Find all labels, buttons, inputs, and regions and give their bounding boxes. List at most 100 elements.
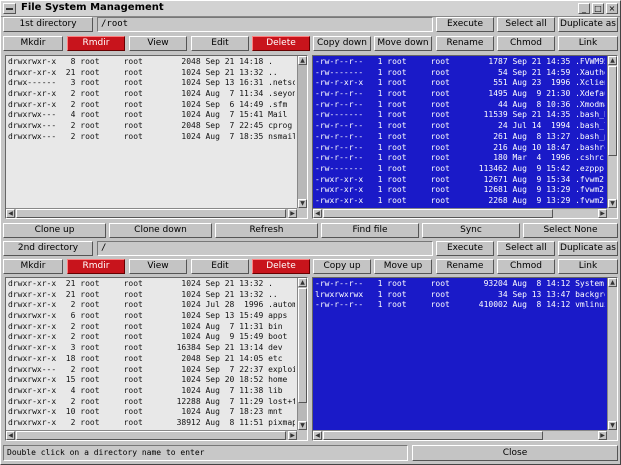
list-item[interactable]: drwxrwx--- 2 root root 2048 Sep 7 22:45 … <box>8 121 295 132</box>
bottom-duplicate-as-button[interactable]: Duplicate as <box>558 241 618 256</box>
top-rmdir-button[interactable]: Rmdir <box>67 36 125 51</box>
list-item[interactable]: drwxrwxr-x 8 root root 2048 Sep 21 14:18… <box>8 57 295 68</box>
list-item[interactable]: drwxr-xr-x 21 root root 1024 Sep 21 13:3… <box>8 279 295 290</box>
scroll-right-icon[interactable]: ▶ <box>288 209 297 218</box>
scroll-down-icon[interactable]: ▼ <box>298 199 307 208</box>
second-directory-path-input[interactable]: / <box>97 241 433 256</box>
list-item[interactable]: drwxr-xr-x 3 root root 16384 Sep 21 13:1… <box>8 343 295 354</box>
list-item[interactable]: drwxr-xr-x 2 root root 1024 Aug 9 15:49 … <box>8 332 295 343</box>
scroll-right-icon[interactable]: ▶ <box>598 431 607 440</box>
bottom-directory-vscroll-thumb[interactable] <box>298 288 307 403</box>
list-item[interactable]: -rw------- 1 root root 11539 Sep 21 14:3… <box>315 110 605 121</box>
copy-up-button[interactable]: Copy up <box>313 259 371 274</box>
top-view-button[interactable]: View <box>129 36 187 51</box>
list-item[interactable]: drwxrwx--- 2 root root 1024 Sep 7 22:37 … <box>8 365 295 376</box>
top-mkdir-button[interactable]: Mkdir <box>3 36 63 51</box>
list-item[interactable]: drwxr-xr-x 21 root root 1024 Sep 21 13:3… <box>8 68 295 79</box>
list-item[interactable]: drwxrwxr-x 6 root root 1024 Sep 13 15:49… <box>8 311 295 322</box>
bottom-chmod-button[interactable]: Chmod <box>497 259 555 274</box>
list-item[interactable]: drwxrwxr-x 15 root root 1024 Sep 20 18:5… <box>8 375 295 386</box>
top-directory-hscroll-thumb[interactable] <box>16 209 286 218</box>
list-item[interactable]: drwxr-xr-x 2 root root 1024 Aug 7 11:34 … <box>8 89 295 100</box>
first-directory-path-input[interactable]: /root <box>97 17 433 32</box>
list-item[interactable]: -rw------- 1 root root 113462 Aug 9 15:4… <box>315 164 605 175</box>
top-directory-hscroll[interactable]: ◀ ▶ <box>6 208 297 218</box>
top-rename-button[interactable]: Rename <box>436 36 494 51</box>
bottom-view-button[interactable]: View <box>129 259 187 274</box>
list-item[interactable]: -rw-r--r-- 1 root root 261 Aug 8 13:27 .… <box>315 132 605 143</box>
top-chmod-button[interactable]: Chmod <box>497 36 555 51</box>
title-bar[interactable]: File System Management _ □ × <box>1 1 620 17</box>
list-item[interactable]: drwxrwx--- 4 root root 1024 Aug 7 15:41 … <box>8 110 295 121</box>
close-button[interactable]: Close <box>412 445 618 461</box>
list-item[interactable]: drwxr-xr-x 4 root root 1024 Aug 7 11:38 … <box>8 386 295 397</box>
list-item[interactable]: drwxr-xr-x 2 root root 1024 Aug 7 11:31 … <box>8 322 295 333</box>
top-directory-vscroll[interactable]: ▲ ▼ <box>297 56 307 208</box>
copy-down-button[interactable]: Copy down <box>313 36 371 51</box>
bottom-select-all-button[interactable]: Select all <box>497 241 555 256</box>
list-item[interactable]: drwxrwxr-x 10 root root 1024 Aug 7 18:23… <box>8 407 295 418</box>
window-menu-icon[interactable] <box>3 3 16 14</box>
bottom-file-list[interactable]: -rw-r--r-- 1 root root 93204 Aug 8 14:12… <box>312 277 618 441</box>
top-delete-button[interactable]: Delete <box>252 36 310 51</box>
bottom-directory-vscroll[interactable]: ▲ ▼ <box>297 278 307 430</box>
bottom-link-button[interactable]: Link <box>558 259 618 274</box>
top-file-vscroll-thumb[interactable] <box>608 66 617 156</box>
scroll-right-icon[interactable]: ▶ <box>598 209 607 218</box>
list-item[interactable]: -rwxr-xr-x 1 root root 2268 Aug 9 13:29 … <box>315 196 605 207</box>
top-file-vscroll[interactable]: ▲ ▼ <box>607 56 617 208</box>
list-item[interactable]: -rwxr-xr-x 1 root root 12681 Aug 9 13:29… <box>315 185 605 196</box>
scroll-left-icon[interactable]: ◀ <box>6 209 15 218</box>
scroll-left-icon[interactable]: ◀ <box>6 431 15 440</box>
bottom-directory-hscroll-thumb[interactable] <box>16 431 286 440</box>
refresh-button[interactable]: Refresh <box>215 223 318 238</box>
bottom-file-hscroll[interactable]: ◀ ▶ <box>313 430 607 440</box>
bottom-directory-hscroll[interactable]: ◀ ▶ <box>6 430 297 440</box>
list-item[interactable]: drwx------ 3 root root 1024 Sep 13 16:31… <box>8 78 295 89</box>
move-down-button[interactable]: Move down <box>374 36 432 51</box>
list-item[interactable]: -rw-r--r-- 1 root root 24 Jul 14 1994 .b… <box>315 121 605 132</box>
maximize-icon[interactable]: □ <box>592 3 604 14</box>
clone-down-button[interactable]: Clone down <box>109 223 212 238</box>
bottom-execute-button[interactable]: Execute <box>436 241 494 256</box>
list-item[interactable]: drwxr-xr-x 21 root root 1024 Sep 21 13:3… <box>8 290 295 301</box>
sync-button[interactable]: Sync <box>422 223 520 238</box>
find-file-button[interactable]: Find file <box>321 223 419 238</box>
scroll-up-icon[interactable]: ▲ <box>608 278 617 287</box>
list-item[interactable]: -rw-r--r-- 1 root root 410002 Aug 8 14:1… <box>315 300 605 311</box>
top-file-list[interactable]: -rw-r--r-- 1 root root 1787 Sep 21 14:35… <box>312 55 618 219</box>
top-edit-button[interactable]: Edit <box>191 36 249 51</box>
scroll-right-icon[interactable]: ▶ <box>288 431 297 440</box>
scroll-down-icon[interactable]: ▼ <box>608 421 617 430</box>
list-item[interactable]: -rw-r--r-- 1 root root 44 Aug 8 10:36 .X… <box>315 100 605 111</box>
list-item[interactable]: drwxr-xr-x 2 root root 12288 Aug 7 11:29… <box>8 397 295 408</box>
bottom-directory-list[interactable]: drwxr-xr-x 21 root root 1024 Sep 21 13:3… <box>5 277 308 441</box>
list-item[interactable]: -rw-r--r-- 1 root root 1787 Sep 21 14:35… <box>315 57 605 68</box>
list-item[interactable]: lrwxrwxrwx 1 root root 34 Sep 13 13:47 b… <box>315 290 605 301</box>
bottom-delete-button[interactable]: Delete <box>252 259 310 274</box>
list-item[interactable]: drwxr-xr-x 2 root root 1024 Sep 6 14:49 … <box>8 100 295 111</box>
list-item[interactable]: -rw------- 1 root root 54 Sep 21 14:59 .… <box>315 68 605 79</box>
scroll-down-icon[interactable]: ▼ <box>298 421 307 430</box>
scroll-left-icon[interactable]: ◀ <box>313 431 322 440</box>
top-directory-list[interactable]: drwxrwxr-x 8 root root 2048 Sep 21 14:18… <box>5 55 308 219</box>
bottom-file-vscroll[interactable]: ▲ ▼ <box>607 278 617 430</box>
list-item[interactable]: drwxrwxr-x 2 root root 38912 Aug 8 11:51… <box>8 418 295 429</box>
top-link-button[interactable]: Link <box>558 36 618 51</box>
scroll-up-icon[interactable]: ▲ <box>298 56 307 65</box>
close-window-icon[interactable]: × <box>606 3 618 14</box>
scroll-down-icon[interactable]: ▼ <box>608 199 617 208</box>
top-file-hscroll[interactable]: ◀ ▶ <box>313 208 607 218</box>
list-item[interactable]: -rw-r--r-- 1 root root 1495 Aug 9 21:30 … <box>315 89 605 100</box>
bottom-rename-button[interactable]: Rename <box>436 259 494 274</box>
list-item[interactable]: -rw-r-xr-x 1 root root 551 Aug 23 1996 .… <box>315 78 605 89</box>
select-none-button[interactable]: Select None <box>523 223 618 238</box>
list-item[interactable]: drwxr-xr-x 2 root root 1024 Jul 28 1996 … <box>8 300 295 311</box>
clone-up-button[interactable]: Clone up <box>3 223 106 238</box>
list-item[interactable]: -rw-r--r-- 1 root root 180 Mar 4 1996 .c… <box>315 153 605 164</box>
list-item[interactable]: -rwxr-xr-x 1 root root 12671 Aug 9 15:34… <box>315 175 605 186</box>
top-duplicate-as-button[interactable]: Duplicate as <box>558 17 618 32</box>
bottom-file-hscroll-thumb[interactable] <box>323 431 543 440</box>
top-file-hscroll-thumb[interactable] <box>323 209 553 218</box>
scroll-up-icon[interactable]: ▲ <box>608 56 617 65</box>
